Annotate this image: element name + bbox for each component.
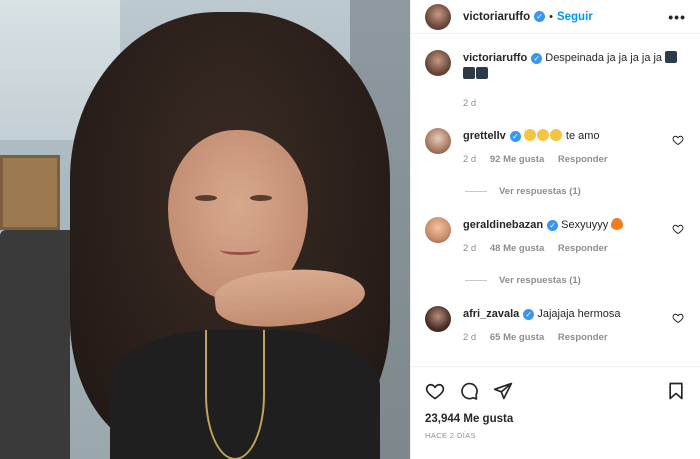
caption: victoriaruffo ✓ Despeinada ja ja ja ja ja…	[425, 50, 686, 112]
verified-icon: ✓	[547, 219, 559, 231]
post-actions: 23,944 Me gusta HACE 2 DÍAS	[411, 366, 700, 459]
right-eye-shape	[250, 195, 272, 201]
post-age[interactable]: HACE 2 DÍAS	[425, 431, 686, 440]
comment-icon[interactable]	[459, 381, 479, 401]
post-header: victoriaruffo ✓ • Seguir •••	[411, 0, 700, 34]
caption-time[interactable]: 2 d	[463, 98, 476, 109]
comments-list[interactable]: victoriaruffo ✓ Despeinada ja ja ja ja ja…	[411, 34, 700, 366]
laughing-emoji-icon	[549, 129, 562, 141]
comment-likes[interactable]: 48 Me gusta	[490, 243, 544, 254]
verified-icon: ✓	[534, 11, 546, 22]
comment-item: afri_zavala ✓ Jajajaja hermosa 2 d 65 Me …	[425, 306, 686, 346]
caption-avatar[interactable]	[425, 50, 451, 76]
mountain-emoji-icon	[463, 67, 475, 79]
commenter-avatar[interactable]	[425, 217, 451, 243]
commenter-username[interactable]: geraldinebazan	[463, 219, 543, 231]
likes-count[interactable]: 23,944 Me gusta	[425, 413, 686, 425]
like-comment-icon[interactable]	[672, 223, 684, 235]
caption-username[interactable]: victoriaruffo	[463, 52, 527, 64]
comment-time[interactable]: 2 d	[463, 332, 476, 343]
necklace-shape	[205, 330, 265, 459]
reply-button[interactable]: Responder	[558, 332, 608, 343]
action-icons	[425, 379, 686, 403]
post-photo[interactable]	[0, 0, 410, 459]
comment-likes[interactable]: 92 Me gusta	[490, 154, 544, 165]
view-replies-button[interactable]: Ver respuestas (1)	[465, 275, 686, 286]
caption-text: Despeinada ja ja ja ja ja	[545, 52, 663, 64]
commenter-avatar[interactable]	[425, 306, 451, 332]
mouth-shape	[220, 245, 260, 255]
separator-dot: •	[549, 10, 553, 23]
verified-icon: ✓	[523, 308, 535, 320]
view-replies-button[interactable]: Ver respuestas (1)	[465, 186, 686, 197]
mountain-emoji-icon	[665, 51, 678, 63]
like-comment-icon[interactable]	[672, 134, 684, 146]
view-replies-label[interactable]: Ver respuestas (1)	[499, 186, 581, 197]
comment-time[interactable]: 2 d	[463, 154, 476, 165]
comment-text: te amo	[565, 130, 600, 142]
post-side-panel: victoriaruffo ✓ • Seguir ••• victoriaruf…	[410, 0, 700, 459]
follow-button[interactable]: Seguir	[557, 11, 593, 23]
share-icon[interactable]	[493, 381, 513, 401]
comment-item: geraldinebazan ✓ Sexyuyyy 2 d 48 Me gusta…	[425, 217, 686, 257]
like-comment-icon[interactable]	[672, 312, 684, 324]
like-icon[interactable]	[425, 381, 445, 401]
comment-time[interactable]: 2 d	[463, 243, 476, 254]
background-shelf	[0, 155, 60, 230]
author-avatar[interactable]	[425, 3, 451, 30]
reply-button[interactable]: Responder	[558, 154, 608, 165]
author-username[interactable]: victoriaruffo	[463, 11, 530, 23]
save-icon[interactable]	[666, 381, 686, 401]
comment-likes[interactable]: 65 Me gusta	[490, 332, 544, 343]
commenter-username[interactable]: grettellv	[463, 130, 506, 142]
fire-emoji-icon	[611, 218, 624, 230]
reply-button[interactable]: Responder	[558, 243, 608, 254]
replies-line	[465, 280, 487, 281]
verified-icon: ✓	[531, 52, 543, 64]
more-options-icon[interactable]: •••	[668, 9, 686, 25]
view-replies-label[interactable]: Ver respuestas (1)	[499, 275, 581, 286]
background-chair	[0, 230, 70, 459]
laughing-emoji-icon	[536, 129, 549, 141]
comment-text: Sexyuyyy	[561, 219, 609, 231]
comment-text: Jajajaja hermosa	[537, 308, 621, 320]
commenter-avatar[interactable]	[425, 128, 451, 154]
laughing-emoji-icon	[523, 129, 536, 141]
mountain-emoji-icon	[476, 67, 488, 79]
commenter-username[interactable]: afri_zavala	[463, 308, 519, 320]
left-eye-shape	[195, 195, 217, 201]
replies-line	[465, 191, 487, 192]
verified-icon: ✓	[509, 130, 521, 142]
comment-item: grettellv ✓ te amo 2 d 92 Me gusta Respon…	[425, 128, 686, 168]
